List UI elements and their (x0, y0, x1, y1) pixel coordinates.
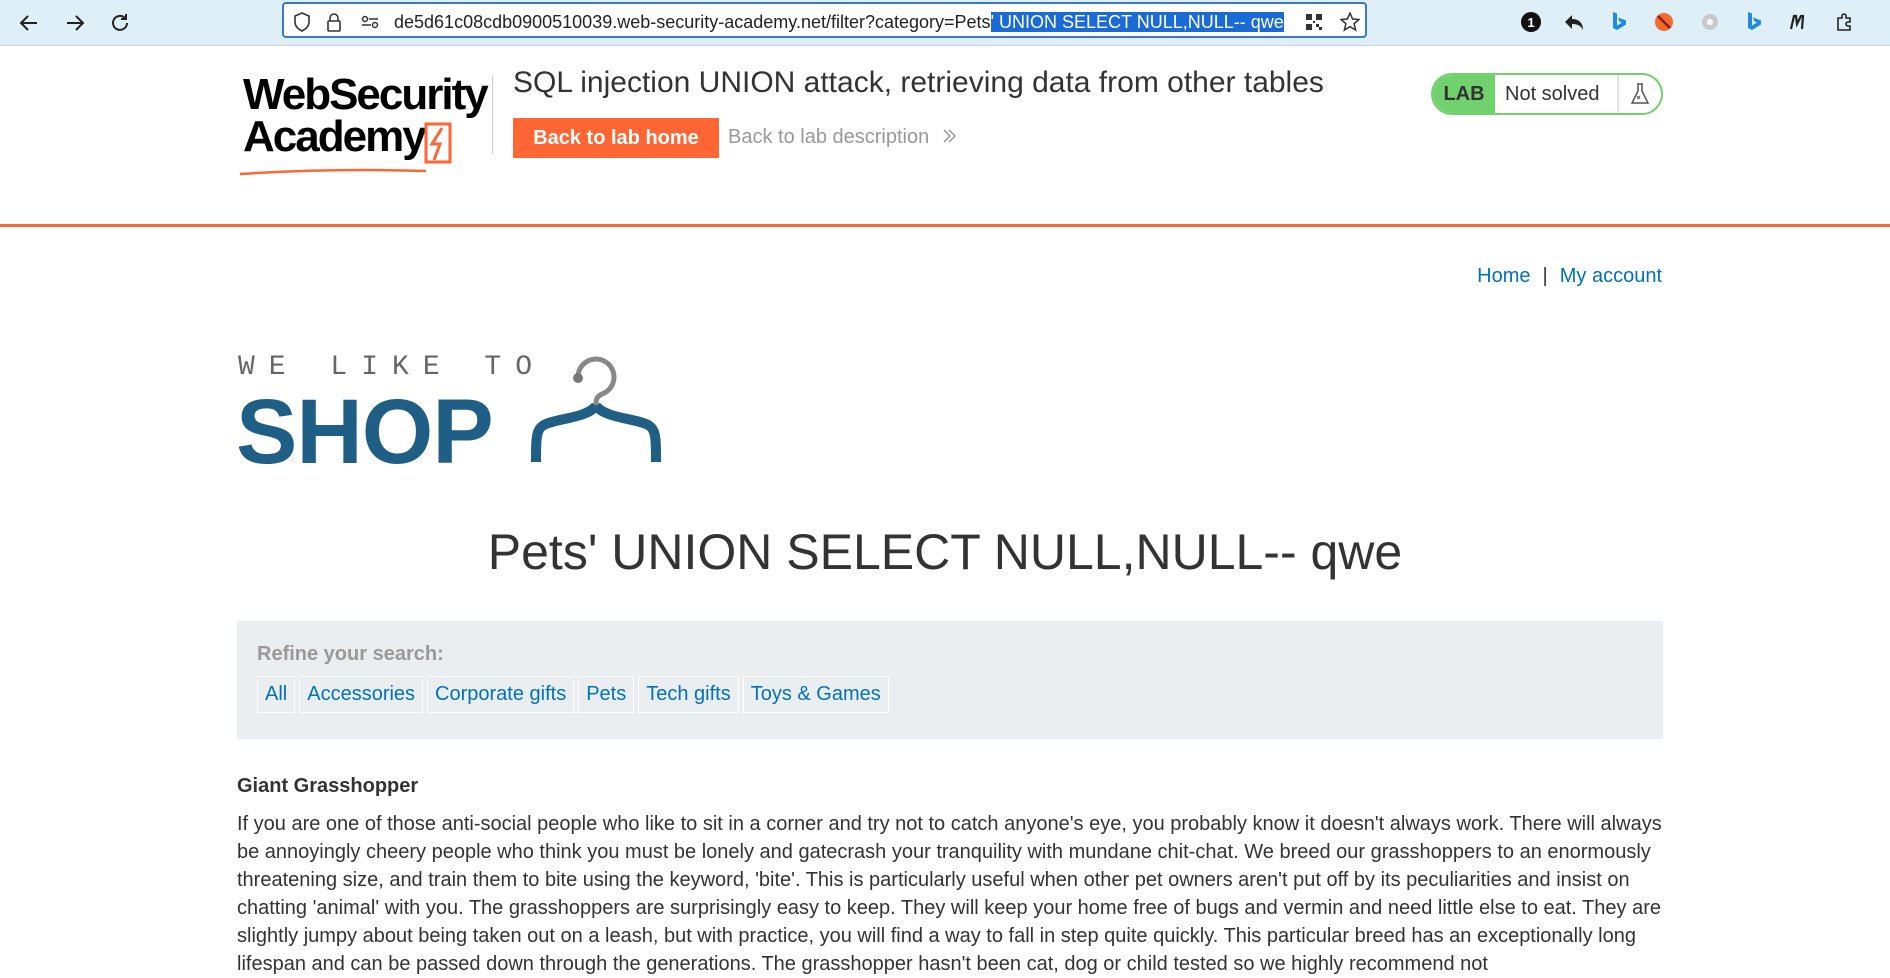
filter-panel: Refine your search: All Accessories Corp… (237, 621, 1663, 739)
shield-icon[interactable] (292, 12, 312, 32)
lock-icon[interactable] (324, 12, 344, 32)
lab-title: SQL injection UNION attack, retrieving d… (513, 66, 1324, 99)
gear-extension-icon[interactable] (1697, 9, 1723, 35)
description-link-label: Back to lab description (728, 126, 930, 148)
logo-line2: Academy (243, 112, 427, 161)
shop-word: SHOP (236, 381, 494, 483)
lab-status-text: Not solved (1495, 75, 1619, 113)
reply-arrow-icon[interactable] (1561, 9, 1587, 35)
url-plain: de5d61c08cdb0900510039.web-security-acad… (394, 12, 991, 32)
category-filter-toys-games[interactable]: Toys & Games (742, 676, 889, 713)
header-divider (492, 76, 493, 154)
notification-badge-icon[interactable]: 1 (1518, 9, 1544, 35)
m-extension-icon[interactable] (1786, 9, 1812, 35)
refine-search-label: Refine your search: (257, 643, 444, 665)
nav-separator: | (1542, 265, 1548, 287)
my-account-link[interactable]: My account (1560, 265, 1662, 287)
extensions-puzzle-icon[interactable] (1832, 9, 1858, 35)
double-chevron-right-icon (943, 129, 956, 143)
lab-label: LAB (1433, 75, 1495, 113)
lab-status-widget: LAB Not solved (1431, 73, 1663, 115)
category-filter-pets[interactable]: Pets (578, 676, 635, 713)
category-filter-tech-gifts[interactable]: Tech gifts (638, 676, 739, 713)
category-filter-all[interactable]: All (257, 676, 296, 713)
product-name: Giant Grasshopper (237, 775, 419, 797)
coat-hanger-icon (531, 356, 661, 463)
url-selection: ' UNION SELECT NULL,NULL-- qwe (990, 12, 1284, 32)
bookmark-star-icon[interactable] (1340, 12, 1360, 32)
logo-underline-icon (239, 168, 427, 176)
badge-count: 1 (1527, 14, 1535, 30)
flask-icon (1619, 75, 1661, 113)
shop-tagline: WE LIKE TO (238, 352, 547, 383)
category-filter-list: All Accessories Corporate gifts Pets Tec… (257, 676, 1643, 713)
bing-alt-icon[interactable] (1741, 9, 1767, 35)
back-to-lab-home-button[interactable]: Back to lab home (513, 118, 719, 158)
site-permissions-icon[interactable] (360, 12, 380, 32)
reload-icon[interactable] (105, 8, 135, 38)
url-text[interactable]: de5d61c08cdb0900510039.web-security-acad… (394, 12, 1284, 33)
address-bar[interactable]: de5d61c08cdb0900510039.web-security-acad… (282, 2, 1367, 38)
back-arrow-icon[interactable] (14, 8, 44, 38)
account-nav: Home | My account (1477, 265, 1662, 288)
blocker-icon[interactable] (1651, 9, 1677, 35)
category-filter-corporate-gifts[interactable]: Corporate gifts (427, 676, 575, 713)
web-security-academy-logo[interactable]: WebSecurity Academy (238, 72, 500, 176)
home-link[interactable]: Home (1477, 265, 1530, 287)
category-filter-accessories[interactable]: Accessories (299, 676, 424, 713)
shop-logo[interactable]: WE LIKE TO SHOP (236, 352, 678, 482)
academy-header: WebSecurity Academy SQL injection UNION … (0, 46, 1890, 227)
logo-bolt-icon (424, 122, 452, 164)
product-description: If you are one of those anti-social peop… (237, 813, 1662, 975)
page-title: Pets' UNION SELECT NULL,NULL-- qwe (487, 524, 1403, 580)
bing-icon[interactable] (1606, 9, 1632, 35)
qr-code-icon[interactable] (1304, 12, 1324, 32)
browser-toolbar: de5d61c08cdb0900510039.web-security-acad… (0, 0, 1890, 46)
forward-arrow-icon[interactable] (60, 8, 90, 38)
back-to-lab-description-link[interactable]: Back to lab description (728, 126, 957, 149)
